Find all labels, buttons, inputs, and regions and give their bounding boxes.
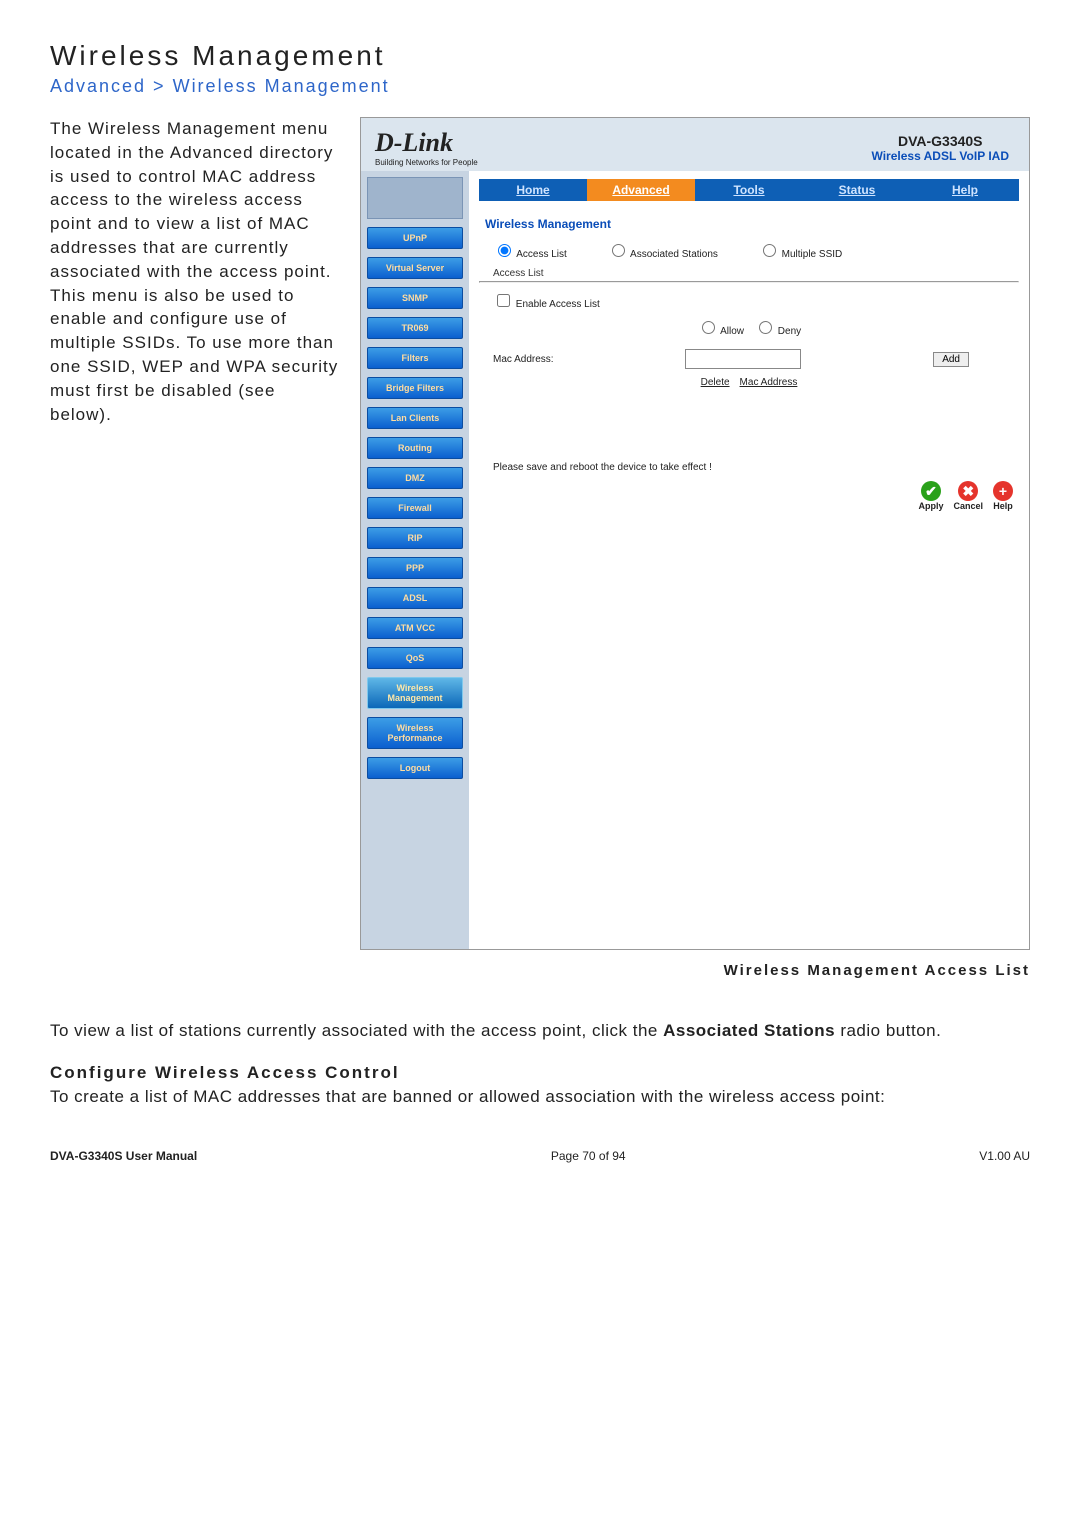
- footer-page-number: Page 70 of 94: [551, 1149, 626, 1163]
- sidebar-item-snmp[interactable]: SNMP: [367, 287, 463, 309]
- delete-link[interactable]: Delete: [701, 377, 730, 388]
- subheading-configure: Configure Wireless Access Control: [50, 1063, 1030, 1083]
- sidebar-item-atm-vcc[interactable]: ATM VCC: [367, 617, 463, 639]
- mac-label: Mac Address:: [493, 354, 554, 365]
- sidebar-item-filters[interactable]: Filters: [367, 347, 463, 369]
- checkbox-enable-access-list[interactable]: Enable Access List: [493, 291, 600, 310]
- sidebar-item-wireless-performance[interactable]: Wireless Performance: [367, 717, 463, 749]
- tab-status[interactable]: Status: [803, 179, 911, 201]
- model-name: DVA-G3340S: [872, 133, 1010, 149]
- save-reboot-note: Please save and reboot the device to tak…: [479, 462, 1019, 473]
- mac-address-column[interactable]: Mac Address: [740, 377, 798, 388]
- help-icon[interactable]: +: [993, 481, 1013, 501]
- device-image: [367, 177, 463, 219]
- brand-logo: D-Link: [375, 128, 478, 158]
- sidebar-item-bridge-filters[interactable]: Bridge Filters: [367, 377, 463, 399]
- brand-subtitle: Building Networks for People: [375, 158, 478, 167]
- sidebar-item-logout[interactable]: Logout: [367, 757, 463, 779]
- radio-associated-stations[interactable]: Associated Stations: [607, 241, 718, 260]
- footer-manual-title: DVA-G3340S User Manual: [50, 1149, 197, 1163]
- add-button[interactable]: Add: [933, 352, 969, 367]
- sidebar-item-lan-clients[interactable]: Lan Clients: [367, 407, 463, 429]
- sidebar-item-tr069[interactable]: TR069: [367, 317, 463, 339]
- panel-title: Wireless Management: [485, 217, 1019, 231]
- sidebar-item-qos[interactable]: QoS: [367, 647, 463, 669]
- tab-home[interactable]: Home: [479, 179, 587, 201]
- model-subtitle: Wireless ADSL VoIP IAD: [872, 149, 1010, 163]
- sidebar-item-routing[interactable]: Routing: [367, 437, 463, 459]
- sidebar-item-wireless-management[interactable]: Wireless Management: [367, 677, 463, 709]
- radio-allow[interactable]: Allow: [697, 318, 744, 337]
- paragraph-configure: To create a list of MAC addresses that a…: [50, 1085, 1030, 1109]
- sidebar-item-virtual-server[interactable]: Virtual Server: [367, 257, 463, 279]
- radio-access-list[interactable]: Access List: [493, 241, 567, 260]
- sidebar-item-upnp[interactable]: UPnP: [367, 227, 463, 249]
- tab-help[interactable]: Help: [911, 179, 1019, 201]
- sidebar-item-rip[interactable]: RIP: [367, 527, 463, 549]
- paragraph-associated-stations: To view a list of stations currently ass…: [50, 1019, 1030, 1043]
- router-screenshot: D-Link Building Networks for People DVA-…: [360, 117, 1030, 950]
- breadcrumb: Advanced > Wireless Management: [50, 76, 1030, 97]
- apply-icon[interactable]: ✔: [921, 481, 941, 501]
- tab-advanced[interactable]: Advanced: [587, 179, 695, 201]
- tab-tools[interactable]: Tools: [695, 179, 803, 201]
- sidebar-item-adsl[interactable]: ADSL: [367, 587, 463, 609]
- cancel-icon[interactable]: ✖: [958, 481, 978, 501]
- sidebar-item-dmz[interactable]: DMZ: [367, 467, 463, 489]
- mac-address-input[interactable]: [685, 349, 801, 369]
- figure-caption: Wireless Management Access List: [360, 962, 1030, 979]
- help-label: Help: [993, 501, 1013, 511]
- intro-text: The Wireless Management menu located in …: [50, 117, 360, 1019]
- radio-deny[interactable]: Deny: [754, 318, 801, 337]
- page-title: Wireless Management: [50, 40, 1030, 72]
- section-subtitle: Access List: [479, 266, 1019, 281]
- footer-version: V1.00 AU: [979, 1149, 1030, 1163]
- apply-label: Apply: [918, 501, 943, 511]
- sidebar-item-ppp[interactable]: PPP: [367, 557, 463, 579]
- sidebar-item-firewall[interactable]: Firewall: [367, 497, 463, 519]
- radio-multiple-ssid[interactable]: Multiple SSID: [758, 241, 842, 260]
- cancel-label: Cancel: [953, 501, 983, 511]
